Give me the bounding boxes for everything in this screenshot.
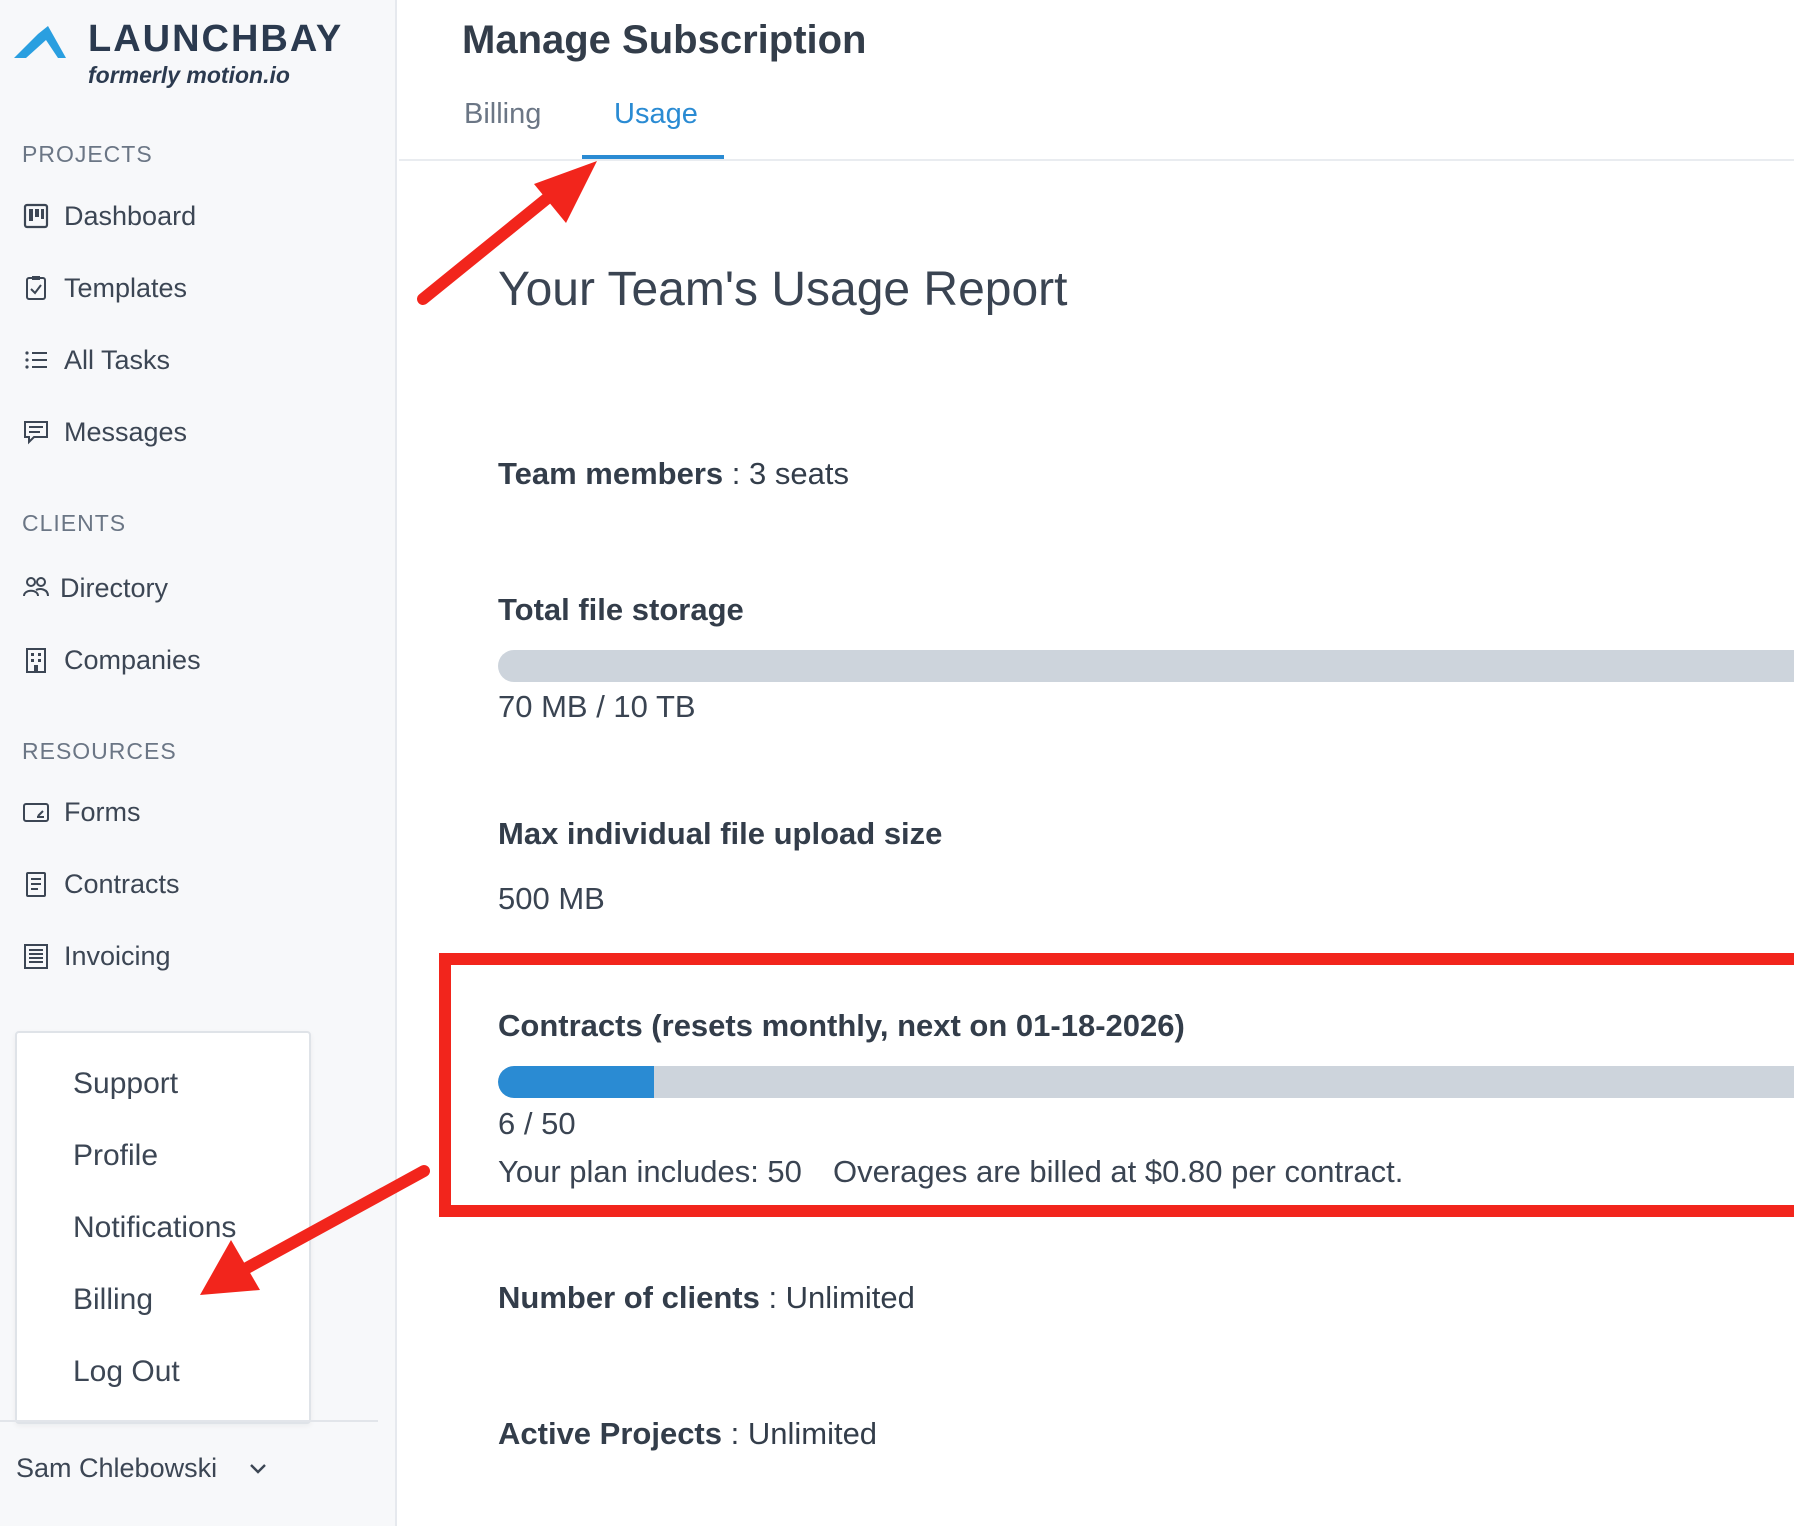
sidebar-item-label: Contracts [64, 868, 180, 899]
section-title-projects: PROJECTS [22, 141, 153, 167]
team-members-separator: : [723, 456, 749, 491]
dashboard-icon [22, 202, 50, 230]
sidebar-item-label: Companies [64, 644, 201, 675]
sidebar: LAUNCHBAY formerly motion.io PROJECTS Da… [0, 0, 397, 1526]
brand-logo[interactable]: LAUNCHBAY formerly motion.io [14, 18, 354, 90]
sidebar-divider [0, 1420, 378, 1422]
report-title: Your Team's Usage Report [498, 263, 1068, 316]
sidebar-item-templates[interactable]: Templates [22, 268, 187, 308]
sidebar-item-invoicing[interactable]: Invoicing [22, 936, 171, 976]
brand-tagline: formerly motion.io [88, 62, 290, 88]
section-title-resources: RESOURCES [22, 738, 177, 764]
sidebar-item-all-tasks[interactable]: All Tasks [22, 340, 170, 380]
people-icon [22, 574, 50, 602]
menu-item-support[interactable]: Support [73, 1067, 178, 1101]
tab-billing[interactable]: Billing [464, 98, 541, 131]
active-projects-separator: : [722, 1416, 748, 1451]
clients-label: Number of clients [498, 1280, 760, 1315]
section-title-clients: CLIENTS [22, 510, 127, 536]
header-divider [399, 159, 1794, 161]
user-name: Sam Chlebowski [16, 1452, 218, 1483]
sidebar-item-label: All Tasks [64, 344, 171, 375]
list-icon [22, 346, 50, 374]
main-content: Manage Subscription Billing Usage Your T… [399, 0, 1794, 1526]
form-icon [22, 798, 50, 826]
sidebar-item-directory[interactable]: Directory [22, 568, 168, 608]
sidebar-item-contracts[interactable]: Contracts [22, 864, 180, 904]
max-upload-label: Max individual file upload size [498, 816, 943, 851]
sidebar-item-forms[interactable]: Forms [22, 792, 141, 832]
menu-item-profile[interactable]: Profile [73, 1139, 158, 1173]
invoice-icon [22, 942, 50, 970]
active-projects-value: Unlimited [747, 1416, 878, 1451]
storage-label: Total file storage [498, 592, 744, 627]
clients-separator: : [759, 1280, 786, 1315]
menu-item-log-out[interactable]: Log Out [73, 1355, 180, 1389]
chevron-down-icon [250, 1464, 266, 1474]
sidebar-item-label: Forms [64, 796, 141, 827]
message-icon [22, 418, 50, 446]
clients-value: Unlimited [785, 1280, 915, 1315]
active-projects-stat: Active Projects : Unlimited [498, 1416, 877, 1452]
page-title: Manage Subscription [462, 18, 867, 62]
sidebar-item-messages[interactable]: Messages [22, 412, 187, 452]
active-projects-label: Active Projects [498, 1416, 722, 1451]
sidebar-item-companies[interactable]: Companies [22, 640, 201, 680]
brand-name: LAUNCHBAY [88, 18, 344, 60]
sidebar-item-label: Messages [64, 416, 188, 447]
sidebar-item-dashboard[interactable]: Dashboard [22, 196, 196, 236]
tab-usage[interactable]: Usage [614, 98, 698, 131]
annotation-highlight-box [439, 953, 1794, 1217]
sidebar-item-label: Dashboard [64, 200, 197, 231]
document-icon [22, 870, 50, 898]
clients-stat: Number of clients : Unlimited [498, 1280, 915, 1316]
launchbay-logo-icon [14, 26, 66, 58]
storage-progress-bar [498, 650, 1794, 682]
storage-value: 70 MB / 10 TB [498, 689, 696, 724]
sidebar-item-label: Templates [64, 272, 188, 303]
team-members-label: Team members [498, 456, 724, 491]
building-icon [22, 646, 50, 674]
max-upload-value: 500 MB [498, 881, 605, 916]
menu-item-notifications[interactable]: Notifications [73, 1211, 236, 1245]
sidebar-item-label: Directory [60, 572, 169, 603]
user-menu-toggle[interactable]: Sam Chlebowski [16, 1448, 269, 1488]
clipboard-check-icon [22, 274, 50, 302]
user-menu-popover: Support Profile Notifications Billing Lo… [15, 1031, 311, 1424]
sidebar-item-label: Invoicing [64, 940, 171, 971]
menu-item-billing[interactable]: Billing [73, 1283, 153, 1317]
team-members-value: 3 seats [749, 456, 849, 491]
team-members-stat: Team members : 3 seats [498, 456, 849, 492]
